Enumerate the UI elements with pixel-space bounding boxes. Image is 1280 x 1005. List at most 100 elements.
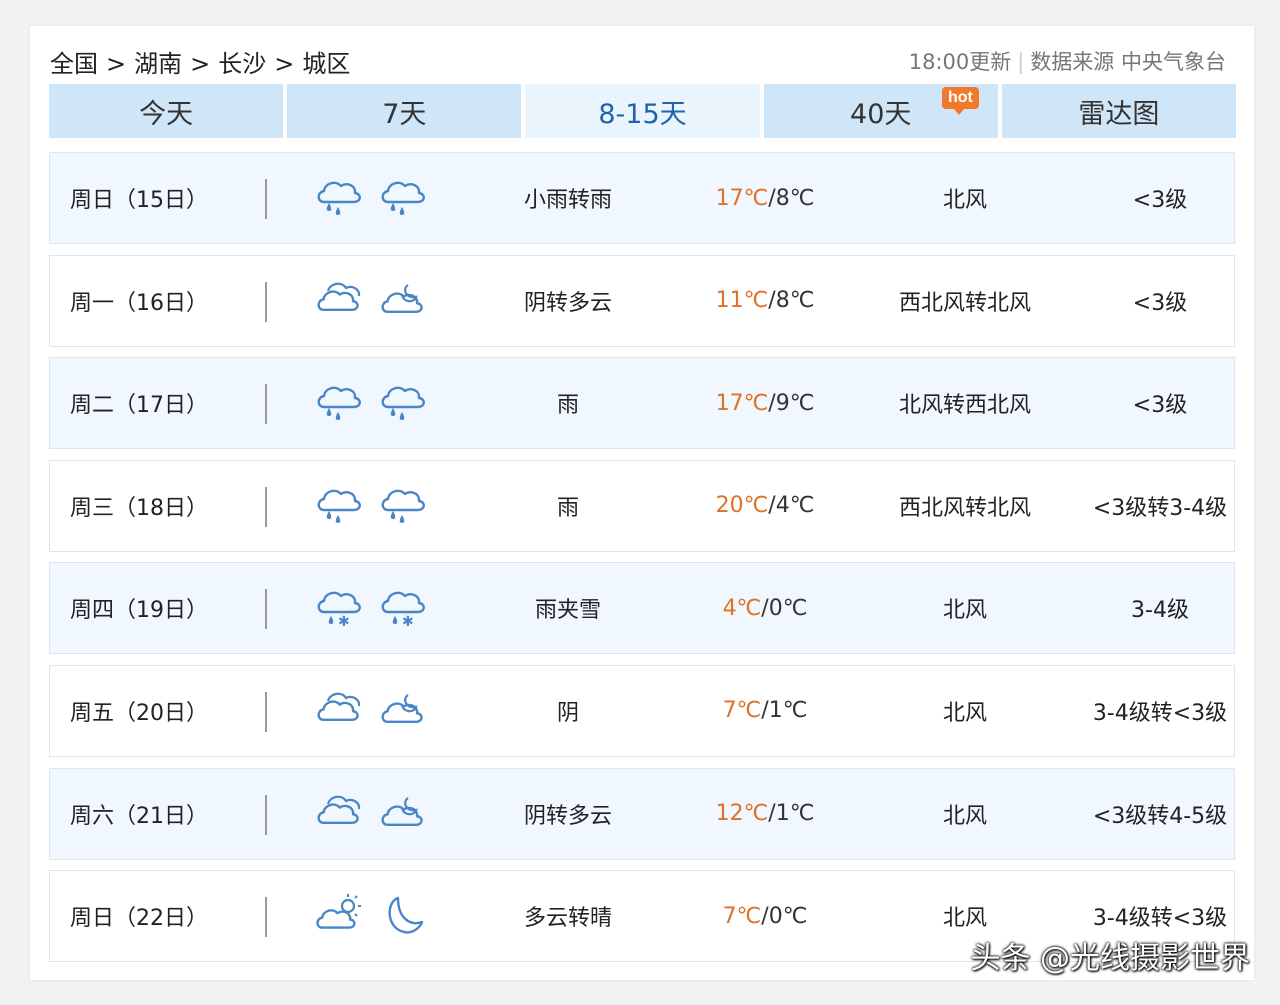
day-label: 周三（18日） — [70, 495, 208, 521]
wind-direction: 北风 — [942, 598, 987, 624]
partly-cloudy-day-icon — [314, 871, 364, 961]
hot-badge: hot — [942, 87, 979, 115]
cloudy-icon — [314, 769, 364, 859]
wind-level: <3级转4-5级 — [1092, 803, 1228, 829]
rain-icon — [378, 358, 428, 448]
tab-7-days[interactable]: 7天 — [287, 84, 522, 138]
temperature-separator: / — [768, 390, 776, 416]
wind-level: <3级 — [1132, 393, 1188, 419]
row-divider — [265, 794, 267, 835]
low-temperature: 8℃ — [775, 288, 815, 314]
row-divider — [265, 486, 267, 527]
tab-today[interactable]: 今天 — [49, 84, 284, 138]
weather-description: 阴转多云 — [523, 803, 612, 829]
update-time: 18:00更新 — [908, 50, 1012, 74]
low-temperature: 8℃ — [775, 185, 815, 211]
breadcrumb-item-district: 城区 — [302, 50, 351, 78]
temperature-separator: / — [768, 288, 776, 314]
top-bar: 全国 > 湖南 > 长沙 > 城区 18:00更新 | 数据来源 中央气象台 — [50, 40, 1230, 80]
wind-level: <3级 — [1132, 290, 1188, 316]
day-label: 周二（17日） — [70, 393, 208, 419]
temperature-range: 17℃/9℃ — [690, 358, 840, 448]
rain-icon — [378, 461, 428, 551]
forecast-row: 周五（20日） 阴 7℃/1℃ 北风 3-4级转<3级 — [49, 664, 1235, 757]
weather-description: 小雨转雨 — [523, 188, 612, 213]
row-divider — [265, 691, 267, 732]
forecast-row: 周二（17日） 雨 17℃/9℃ 北风转西北风 <3级 — [49, 357, 1235, 450]
low-temperature: 1℃ — [768, 698, 808, 724]
update-info: 18:00更新 | 数据来源 中央气象台 — [909, 46, 1226, 76]
day-label: 周一（16日） — [70, 290, 208, 316]
wind-direction: 北风 — [942, 700, 987, 726]
meta-divider: | — [1017, 50, 1025, 74]
temperature-range: 12℃/1℃ — [690, 769, 840, 859]
watermark: 头条 @光线摄影世界 — [970, 941, 1250, 976]
temperature-separator: / — [768, 185, 776, 211]
high-temperature: 11℃ — [715, 288, 769, 314]
forecast-row: 周六（21日） 阴转多云 12℃/1℃ 北风 <3级转4-5级 — [49, 767, 1235, 860]
forecast-row: 周四（19日） ✱ ✱ 雨夹雪 4℃/0℃ 北风 3-4级 — [49, 562, 1235, 655]
day-label: 周四（19日） — [70, 598, 208, 624]
rain-icon — [378, 153, 428, 243]
temperature-separator: / — [761, 903, 769, 929]
svg-text:✱: ✱ — [402, 614, 414, 630]
forecast-tabs: 今天 7天 8-15天 40天 雷达图 — [49, 84, 1237, 138]
tab-8-15-days[interactable]: 8-15天 — [525, 84, 760, 138]
weather-description: 多云转晴 — [523, 906, 612, 932]
temperature-range: 11℃/8℃ — [690, 256, 840, 346]
high-temperature: 7℃ — [722, 903, 762, 929]
rain-icon — [314, 153, 364, 243]
weather-description: 阴转多云 — [523, 290, 612, 316]
row-divider — [265, 281, 267, 322]
partly-cloudy-night-icon — [378, 769, 428, 859]
forecast-row: 周三（18日） 雨 20℃/4℃ 西北风转北风 <3级转3-4级 — [49, 459, 1235, 552]
forecast-row: 周日（15日） 小雨转雨 17℃/8℃ 北风 <3级 — [49, 152, 1235, 244]
wind-direction: 北风转西北风 — [898, 393, 1031, 419]
breadcrumb-item-city[interactable]: 长沙 — [218, 50, 266, 78]
low-temperature: 4℃ — [775, 493, 815, 519]
weather-description: 雨 — [556, 393, 579, 419]
weather-description: 雨夹雪 — [534, 598, 601, 624]
high-temperature: 17℃ — [715, 390, 769, 416]
temperature-separator: / — [768, 493, 776, 519]
cloudy-icon — [314, 666, 364, 756]
wind-level: <3级 — [1132, 188, 1188, 213]
day-label: 周日（15日） — [70, 188, 208, 213]
wind-level: <3级转3-4级 — [1092, 495, 1228, 521]
high-temperature: 17℃ — [715, 185, 769, 211]
temperature-range: 17℃/8℃ — [690, 153, 840, 243]
breadcrumb-item-province[interactable]: 湖南 — [134, 50, 182, 78]
wind-level: 3-4级 — [1131, 598, 1189, 624]
forecast-list: 周日（15日） 小雨转雨 17℃/8℃ 北风 <3级 周一（16日） 阴转多云 … — [49, 152, 1235, 973]
low-temperature: 0℃ — [768, 595, 808, 621]
low-temperature: 1℃ — [775, 801, 815, 827]
rain-icon — [314, 358, 364, 448]
weather-description: 雨 — [556, 495, 579, 521]
wind-direction: 西北风转北风 — [898, 495, 1031, 521]
sleet-icon: ✱ — [378, 563, 428, 653]
forecast-row: 周一（16日） 阴转多云 11℃/8℃ 西北风转北风 <3级 — [49, 254, 1235, 347]
high-temperature: 4℃ — [722, 595, 762, 621]
breadcrumb-item-country[interactable]: 全国 — [50, 50, 98, 78]
temperature-separator: / — [768, 801, 776, 827]
tab-radar[interactable]: 雷达图 — [1001, 84, 1237, 138]
high-temperature: 7℃ — [722, 698, 762, 724]
data-source: 数据来源 中央气象台 — [1030, 50, 1226, 74]
breadcrumb: 全国 > 湖南 > 长沙 > 城区 — [50, 44, 350, 79]
wind-direction: 北风 — [942, 188, 987, 213]
weather-description: 阴 — [556, 700, 579, 726]
temperature-range: 7℃/0℃ — [690, 871, 840, 961]
rain-icon — [314, 461, 364, 551]
low-temperature: 0℃ — [768, 903, 808, 929]
high-temperature: 20℃ — [715, 493, 769, 519]
temperature-separator: / — [761, 698, 769, 724]
row-divider — [265, 179, 267, 219]
day-label: 周六（21日） — [70, 803, 208, 829]
wind-level: 3-4级转<3级 — [1092, 700, 1228, 726]
high-temperature: 12℃ — [715, 801, 769, 827]
temperature-separator: / — [761, 595, 769, 621]
partly-cloudy-night-icon — [378, 666, 428, 756]
wind-direction: 西北风转北风 — [898, 290, 1031, 316]
moon-icon — [378, 871, 428, 961]
sleet-icon: ✱ — [314, 563, 364, 653]
